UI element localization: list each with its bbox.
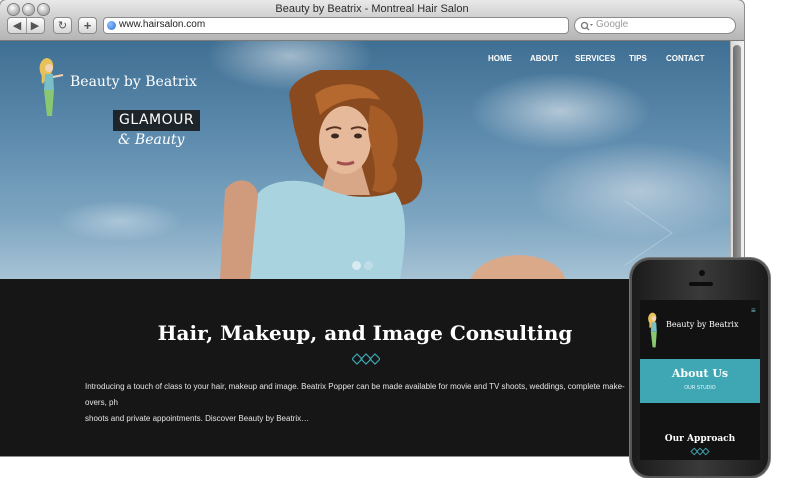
diamond-ornament-icon <box>352 353 380 365</box>
window-title: Beauty by Beatrix - Montreal Hair Salon <box>275 3 469 15</box>
back-button[interactable]: ◀ <box>8 18 27 33</box>
about-us-subtitle: OUR STUDIO <box>684 385 716 391</box>
forward-button[interactable]: ▶ <box>26 18 44 33</box>
globe-icon <box>107 21 116 30</box>
nav-services[interactable]: SERVICES <box>575 54 615 63</box>
about-us-title: About Us <box>671 367 729 380</box>
phone-mockup: Beauty by Beatrix ≡ About Us OUR STUDIO … <box>630 258 770 478</box>
chevron-right-icon: ▶ <box>30 20 40 32</box>
phone-diamond-ornament-icon <box>690 447 710 456</box>
tagline-beauty: & Beauty <box>118 132 185 148</box>
section-text: Introducing a touch of class to your hai… <box>85 379 645 427</box>
plus-icon: + <box>83 18 92 33</box>
intro-section: Hair, Makeup, and Image Consulting Intro… <box>0 279 730 456</box>
slider-dot-2[interactable] <box>364 261 373 270</box>
hamburger-icon[interactable]: ≡ <box>751 306 756 315</box>
url-text: www.hairsalon.com <box>119 19 206 30</box>
section-title: Hair, Makeup, and Image Consulting <box>157 321 573 345</box>
tagline-glamour: GLAMOUR <box>113 110 201 131</box>
nav-about[interactable]: ABOUT <box>530 54 558 63</box>
back-forward-control: ◀ ▶ <box>7 17 45 34</box>
nav-home[interactable]: HOME <box>488 54 512 63</box>
chevron-left-icon: ◀ <box>12 20 22 32</box>
phone-speaker <box>689 282 713 286</box>
slider-dot-1[interactable] <box>352 261 361 270</box>
section-text-line-1: Introducing a touch of class to your hai… <box>85 382 625 407</box>
our-approach-heading: Our Approach <box>664 434 736 444</box>
about-us-banner: About Us OUR STUDIO <box>640 359 760 403</box>
address-bar[interactable]: www.hairsalon.com <box>103 17 569 34</box>
title-bar: Beauty by Beatrix - Montreal Hair Salon … <box>0 0 744 41</box>
search-field[interactable]: Google <box>574 17 736 34</box>
phone-camera <box>699 270 705 276</box>
search-icon <box>580 21 593 31</box>
phone-logo-figure-icon <box>648 312 657 348</box>
logo-figure-icon <box>39 58 64 116</box>
reload-icon: ↻ <box>57 20 68 32</box>
search-placeholder: Google <box>596 19 629 30</box>
add-bookmark-button[interactable]: + <box>78 17 97 34</box>
section-text-line-2: shoots and private appointments. Discove… <box>85 414 310 423</box>
phone-screen: Beauty by Beatrix ≡ About Us OUR STUDIO … <box>640 300 760 460</box>
reload-button[interactable]: ↻ <box>53 17 72 34</box>
hero-model-image <box>220 70 565 280</box>
site-logo-text[interactable]: Beauty by Beatrix <box>70 74 197 90</box>
nav-tips[interactable]: TIPS <box>629 54 647 63</box>
nav-contact[interactable]: CONTACT <box>666 54 705 63</box>
scrollbar-thumb[interactable] <box>733 45 741 275</box>
phone-logo-text[interactable]: Beauty by Beatrix <box>666 320 739 329</box>
